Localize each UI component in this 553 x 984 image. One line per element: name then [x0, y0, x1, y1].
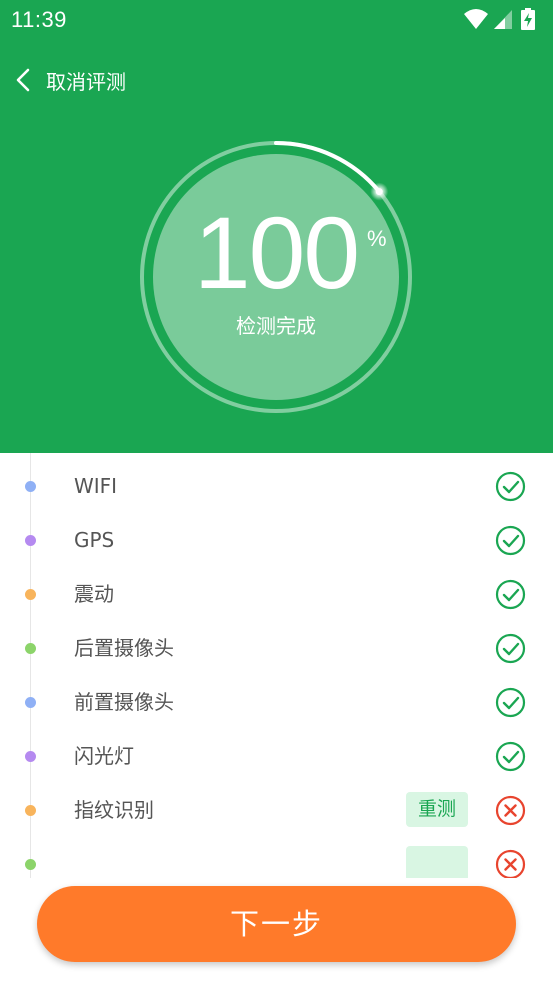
battery-charging-icon: [521, 8, 535, 30]
list-item: WIFI: [0, 459, 553, 513]
list-item-label: 后置摄像头: [74, 636, 174, 660]
progress-head: [375, 188, 383, 196]
retest-button[interactable]: [406, 846, 468, 878]
list-item-dot: [25, 805, 36, 816]
error-circle-icon: [495, 795, 526, 826]
status-bar: 11:39: [0, 0, 553, 38]
check-circle-icon: [495, 687, 526, 718]
check-circle-icon: [495, 525, 526, 556]
list-item-dot: [25, 481, 36, 492]
list-item-label: 闪光灯: [74, 744, 134, 768]
list-item-dot: [25, 751, 36, 762]
progress-gauge: 100 % 检测完成: [135, 136, 417, 418]
error-circle-icon: [495, 849, 526, 878]
chevron-left-icon: [16, 68, 30, 92]
list-item-dot: [25, 859, 36, 870]
list-item: 闪光灯: [0, 729, 553, 783]
check-circle-icon: [495, 471, 526, 502]
signal-icon: [494, 10, 512, 29]
list-item: 前置摄像头: [0, 675, 553, 729]
back-label: 取消评测: [46, 69, 126, 94]
list-item-label: 震动: [74, 582, 114, 606]
check-circle-icon: [495, 633, 526, 664]
next-step-button[interactable]: 下一步: [37, 886, 516, 962]
list-item-label: 前置摄像头: [74, 690, 174, 714]
wifi-icon: [464, 9, 488, 29]
list-item: 指纹识别 重测: [0, 783, 553, 837]
check-list[interactable]: 蓝牙 WIFI GPS 震动: [0, 453, 553, 878]
list-item-label: 指纹识别: [74, 798, 154, 822]
list-item-dot: [25, 643, 36, 654]
list-item-dot: [25, 589, 36, 600]
check-list-items: 蓝牙 WIFI GPS 震动: [0, 453, 553, 878]
topbar: 取消评测: [0, 56, 553, 104]
progress-caption: 检测完成: [236, 314, 316, 338]
check-circle-icon: [495, 741, 526, 772]
bottom-bar: 下一步: [0, 878, 553, 984]
list-item-dot: [25, 697, 36, 708]
list-item-dot: [25, 535, 36, 546]
check-circle-icon: [495, 579, 526, 610]
list-item: 震动: [0, 567, 553, 621]
list-item: 后置摄像头: [0, 621, 553, 675]
status-icons: [463, 8, 543, 30]
cancel-evaluation-button[interactable]: 取消评测: [10, 56, 126, 104]
list-item: [0, 837, 553, 878]
list-item: GPS: [0, 513, 553, 567]
progress-value: 100: [193, 196, 360, 310]
header: 11:39 取消评测 100 % 检测完成: [0, 0, 553, 453]
progress-unit: %: [367, 226, 387, 251]
status-time: 11:39: [11, 7, 67, 32]
list-item-label: GPS: [74, 528, 115, 552]
screen: 11:39 取消评测 100 % 检测完成 WIFI GPS 震动 后置摄像头 …: [0, 0, 553, 984]
retest-button[interactable]: 重测: [406, 792, 468, 827]
list-item-label: WIFI: [74, 474, 118, 498]
